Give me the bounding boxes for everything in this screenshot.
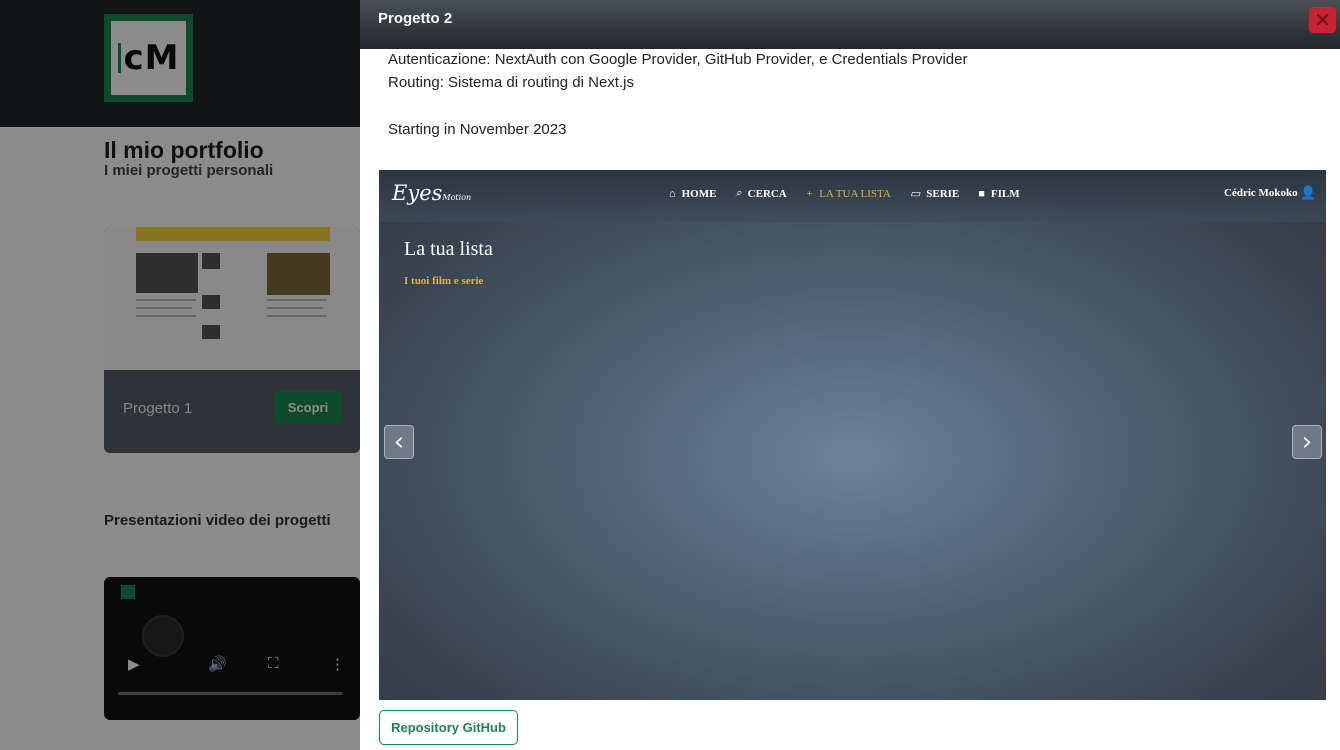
close-icon: ✕ [1314, 8, 1331, 32]
modal-title: Progetto 2 [378, 10, 453, 27]
search-icon: ⌕ [735, 187, 742, 199]
slide-menu: ⌂ HOME ⌕ CERCA + LA TUA LISTA ▭ SERIE ■ FILM [669, 187, 1020, 200]
slide-menu-list: + LA TUA LISTA [806, 187, 891, 200]
slide-brand-name: Eyes [392, 181, 443, 205]
slide-brand: EyesMotion [392, 181, 471, 205]
user-icon: 👤 [1300, 185, 1317, 200]
tv-icon: ▭ [909, 188, 921, 200]
description-routing: Routing: Sistema di routing di Next.js [388, 74, 634, 91]
slide-menu-home: ⌂ HOME [669, 187, 716, 200]
chevron-left-icon: ‹ [393, 427, 405, 457]
description-auth: Autenticazione: NextAuth con Google Prov… [388, 51, 968, 68]
slide-menu-series: ▭ SERIE [909, 187, 960, 201]
carousel-next-button[interactable]: › [1292, 425, 1322, 459]
project-carousel: EyesMotion ⌂ HOME ⌕ CERCA + LA TUA LISTA ▭ S… [379, 170, 1326, 700]
slide-menu-label: LA TUA LISTA [819, 187, 891, 200]
slide-menu-label: HOME [681, 187, 717, 200]
slide-menu-search: ⌕ CERCA [735, 187, 786, 200]
slide-heading: La tua lista [404, 238, 493, 260]
camera-icon: ■ [978, 187, 985, 200]
slide-menu-label: FILM [990, 187, 1020, 200]
description-start-date: Starting in November 2023 [388, 121, 567, 138]
slide-menu-film: ■ FILM [978, 187, 1019, 200]
chevron-right-icon: › [1301, 427, 1313, 457]
plus-icon: + [805, 187, 814, 200]
close-button[interactable]: ✕ [1309, 7, 1336, 33]
modal-header: Progetto 2 ✕ [360, 0, 1340, 49]
slide-user-name: Cédric Mokoko [1224, 187, 1298, 199]
github-repository-button[interactable]: Repository GitHub [379, 710, 518, 745]
carousel-slide-navbar: EyesMotion ⌂ HOME ⌕ CERCA + LA TUA LISTA ▭ S… [379, 170, 1326, 222]
slide-menu-label: SERIE [926, 187, 960, 200]
home-icon: ⌂ [669, 187, 676, 200]
carousel-prev-button[interactable]: ‹ [384, 425, 414, 459]
slide-menu-label: CERCA [747, 187, 787, 200]
project-modal: Progetto 2 ✕ Autenticazione: NextAuth co… [360, 0, 1340, 750]
slide-brand-sub: Motion [442, 193, 472, 202]
slide-subheading: I tuoi film e serie [404, 275, 484, 287]
